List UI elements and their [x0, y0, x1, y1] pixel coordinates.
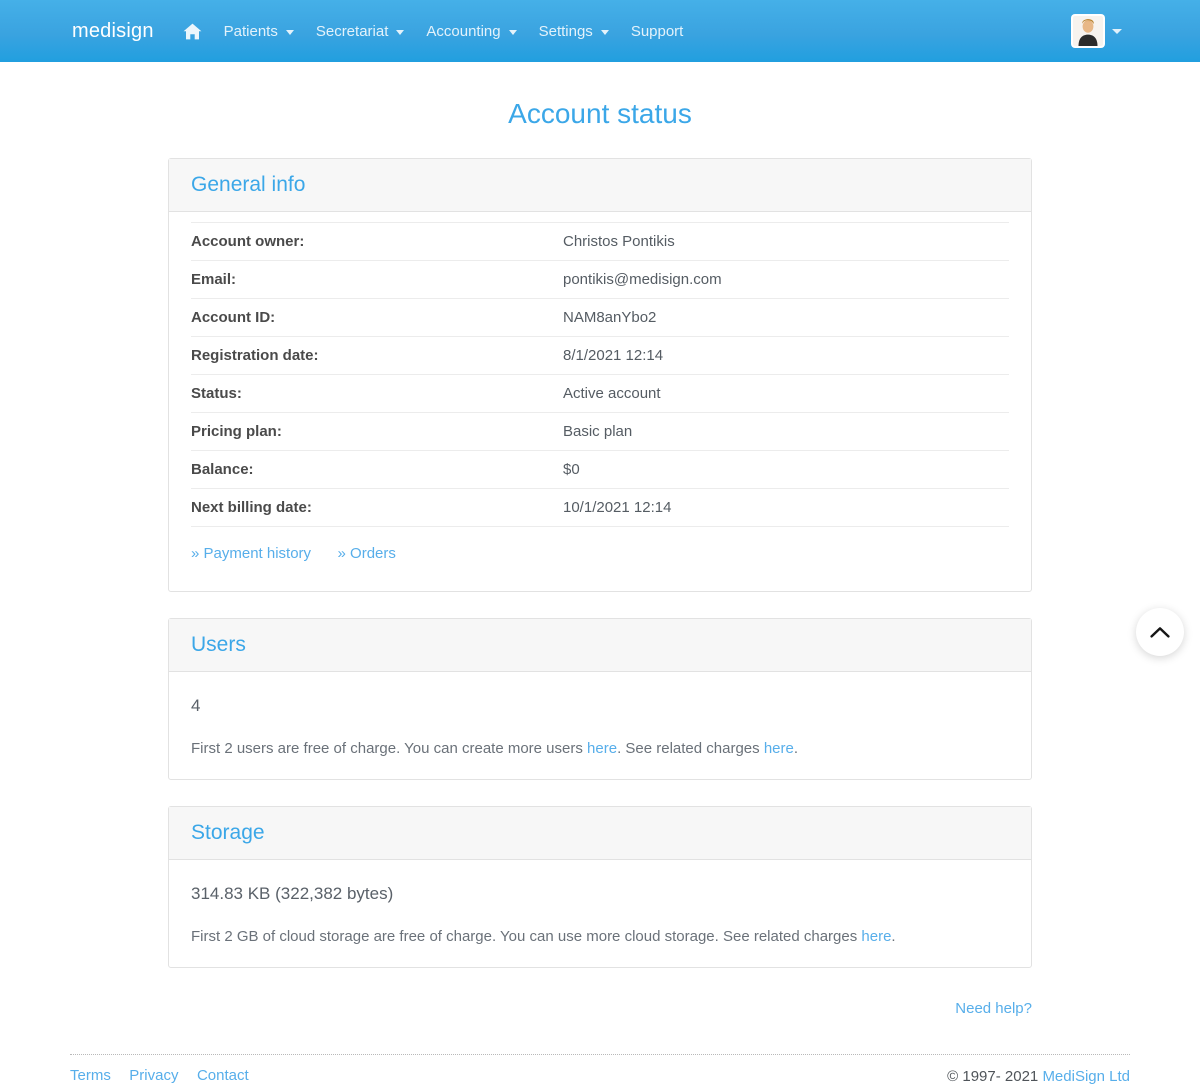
general-info-body: Account owner: Christos Pontikis Email: … — [169, 212, 1031, 591]
table-row: Email: pontikis@medisign.com — [191, 261, 1009, 299]
storage-heading: Storage — [191, 821, 265, 844]
chevron-down-icon — [285, 29, 294, 35]
row-value-status: Active account — [563, 385, 661, 402]
row-value-balance: $0 — [563, 461, 580, 478]
need-help-link[interactable]: Need help? — [955, 1000, 1032, 1017]
general-info-table: Account owner: Christos Pontikis Email: … — [191, 222, 1009, 527]
nav-item-settings-label: Settings — [538, 22, 593, 40]
users-body: 4 First 2 users are free of charge. You … — [169, 672, 1031, 779]
row-label-registration-date: Registration date: — [191, 347, 319, 364]
brand-logo[interactable]: medisign — [72, 20, 154, 43]
table-row: Account ID: NAM8anYbo2 — [191, 299, 1009, 337]
storage-body: 314.83 KB (322,382 bytes) First 2 GB of … — [169, 860, 1031, 967]
row-value-email: pontikis@medisign.com — [563, 271, 722, 288]
nav-item-support-label: Support — [630, 22, 684, 40]
row-label-pricing-plan: Pricing plan: — [191, 423, 282, 440]
general-info-header: General info — [169, 159, 1031, 212]
users-count: 4 — [191, 696, 201, 715]
row-value-pricing-plan: Basic plan — [563, 423, 633, 440]
users-card: Users 4 First 2 users are free of charge… — [168, 618, 1032, 780]
general-info-heading: General info — [191, 173, 306, 196]
table-row: Account owner: Christos Pontikis — [191, 222, 1009, 261]
row-label-balance: Balance: — [191, 461, 254, 478]
main-navbar: medisign Patients Secretariat Accounting… — [0, 0, 1200, 62]
nav-item-secretariat[interactable]: Secretariat — [305, 15, 416, 48]
storage-note: First 2 GB of cloud storage are free of … — [191, 928, 1009, 945]
scroll-to-top-button[interactable] — [1136, 608, 1184, 656]
general-info-card: General info Account owner: Christos Pon… — [168, 158, 1032, 592]
footer-link-terms[interactable]: Terms — [70, 1067, 111, 1084]
row-label-account-owner: Account owner: — [191, 233, 305, 250]
chevron-down-icon — [508, 29, 517, 35]
storage-used: 314.83 KB (322,382 bytes) — [191, 884, 394, 903]
users-heading: Users — [191, 633, 246, 656]
payment-history-link[interactable]: » Payment history — [191, 545, 311, 562]
main-content: General info Account owner: Christos Pon… — [168, 130, 1032, 1018]
row-label-account-id: Account ID: — [191, 309, 276, 326]
table-row: Pricing plan: Basic plan — [191, 413, 1009, 451]
table-row: Next billing date: 10/1/2021 12:14 — [191, 489, 1009, 527]
users-note-part1: First 2 users are free of charge. You ca… — [191, 740, 588, 757]
nav-item-settings[interactable]: Settings — [528, 15, 620, 48]
chevron-up-icon — [1150, 626, 1170, 639]
chevron-down-icon — [396, 29, 405, 35]
nav-item-support[interactable]: Support — [620, 15, 695, 48]
storage-header: Storage — [169, 807, 1031, 860]
page-title: Account status — [508, 98, 692, 129]
users-note-part3: . — [793, 740, 799, 757]
users-charges-here-link[interactable]: here — [764, 740, 794, 757]
storage-note-part2: . — [891, 928, 896, 945]
footer-links: Terms Privacy Contact — [70, 1067, 263, 1085]
row-value-account-owner: Christos Pontikis — [563, 233, 675, 250]
table-row: Status: Active account — [191, 375, 1009, 413]
home-icon — [183, 23, 202, 40]
row-value-registration-date: 8/1/2021 12:14 — [563, 347, 664, 364]
storage-charges-here-link[interactable]: here — [861, 928, 891, 945]
table-row: Registration date: 8/1/2021 12:14 — [191, 337, 1009, 375]
user-menu[interactable] — [1071, 0, 1122, 62]
page-footer: Terms Privacy Contact © 1997- 2021 MediS… — [70, 1054, 1130, 1085]
users-note-part2: . See related charges — [617, 740, 764, 757]
help-row: Need help? — [168, 994, 1032, 1018]
chevron-down-icon[interactable] — [1112, 28, 1122, 34]
row-value-next-billing-date: 10/1/2021 12:14 — [563, 499, 672, 516]
nav-item-patients[interactable]: Patients — [213, 15, 305, 48]
row-label-next-billing-date: Next billing date: — [191, 499, 312, 516]
orders-link[interactable]: » Orders — [338, 545, 396, 562]
table-row: Balance: $0 — [191, 451, 1009, 489]
nav-menu: Patients Secretariat Accounting Settings… — [172, 15, 695, 48]
nav-item-accounting[interactable]: Accounting — [415, 15, 527, 48]
users-create-here-link[interactable]: here — [587, 740, 617, 757]
chevron-down-icon — [600, 29, 609, 35]
storage-card: Storage 314.83 KB (322,382 bytes) First … — [168, 806, 1032, 968]
avatar[interactable] — [1071, 14, 1105, 48]
nav-item-home[interactable] — [172, 15, 213, 48]
nav-item-accounting-label: Accounting — [426, 22, 501, 40]
nav-item-secretariat-label: Secretariat — [315, 22, 389, 40]
row-label-status: Status: — [191, 385, 242, 402]
storage-note-part1: First 2 GB of cloud storage are free of … — [191, 928, 862, 945]
footer-link-contact[interactable]: Contact — [197, 1067, 249, 1084]
footer-link-privacy[interactable]: Privacy — [129, 1067, 178, 1084]
row-value-account-id: NAM8anYbo2 — [563, 309, 657, 326]
row-label-email: Email: — [191, 271, 237, 288]
users-header: Users — [169, 619, 1031, 672]
nav-item-patients-label: Patients — [223, 22, 278, 40]
users-note: First 2 users are free of charge. You ca… — [191, 740, 1009, 757]
general-info-links: » Payment history » Orders — [191, 527, 1009, 569]
